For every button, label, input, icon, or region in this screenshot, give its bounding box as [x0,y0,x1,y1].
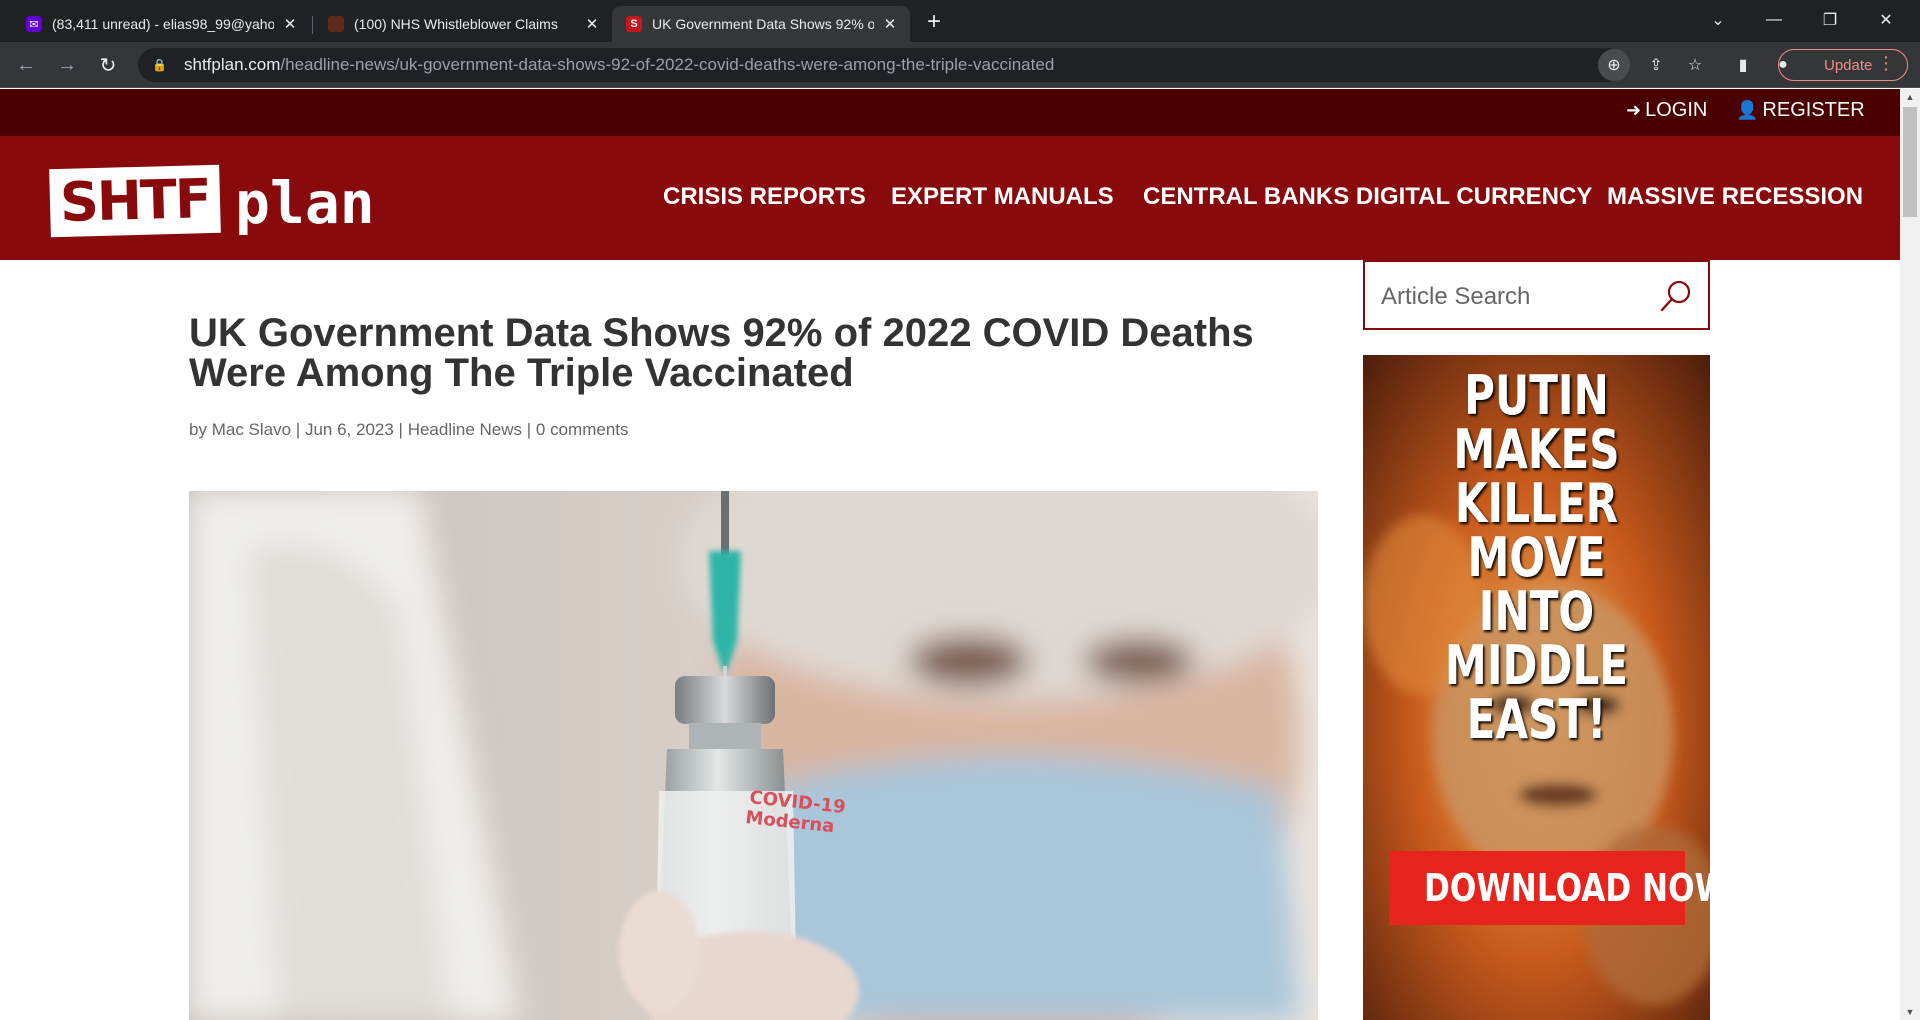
close-icon[interactable]: ✕ [880,15,900,33]
ad-headline-line: INTO [1478,580,1595,643]
browser-toolbar: ← → ↻ 🔒 shtfplan.com/headline-news/uk-go… [0,42,1920,88]
nav-expert-manuals[interactable]: EXPERT MANUALS [891,183,1114,211]
ad-download-button[interactable]: DOWNLOAD NOW! [1389,851,1710,925]
nav-massive-recession[interactable]: MASSIVE RECESSION [1607,183,1863,211]
logo-plan: plan [235,169,375,237]
mail-favicon-icon: ✉ [26,16,42,32]
ad-headline-line: PUTIN MAKES [1453,364,1620,481]
publish-date: Jun 6, 2023 [304,420,394,439]
article-search-box [1363,260,1710,330]
new-tab-button[interactable]: + [920,8,948,36]
scroll-thumb[interactable] [1903,107,1917,217]
site-logo[interactable]: SHTF plan [49,163,390,239]
close-icon[interactable]: ✕ [582,15,602,33]
lock-icon: 🔒 [152,58,167,72]
article-hero-image: COVID-19 Moderna [189,491,1318,1020]
login-icon: ➜ [1626,100,1642,120]
tab-title: (83,411 unread) - elias98_99@yahoo.com [52,16,274,32]
reload-icon[interactable]: ↻ [94,51,122,79]
tab-strip: ✉ (83,411 unread) - elias98_99@yahoo.com… [0,0,1920,42]
meta-by: by [189,420,207,439]
account-strip: ➜ LOGIN 👤 REGISTER [0,89,1900,136]
web-page: ➜ LOGIN 👤 REGISTER SHTF plan CRISIS REPO… [0,89,1900,1020]
menu-dots-icon[interactable]: ⋮ [1877,53,1895,74]
article-title: UK Government Data Shows 92% of 2022 COV… [189,311,1254,395]
tab-divider [312,16,313,34]
restore-icon[interactable]: ❐ [1802,0,1858,40]
tab-nhs[interactable]: (100) NHS Whistleblower Claims ✕ [314,6,612,42]
side-panel-icon[interactable]: ▮ [1727,49,1759,81]
search-icon[interactable] [1658,278,1694,314]
scroll-up-icon[interactable]: ▲ [1900,89,1920,105]
logo-shtf: SHTF [49,164,221,238]
close-icon[interactable]: ✕ [280,15,300,33]
update-label: Update [1824,56,1873,74]
nav-cbdc[interactable]: CENTRAL BANKS DIGITAL CURRENCY [1143,183,1592,211]
add-user-icon: 👤 [1736,100,1759,120]
site-header: SHTF plan CRISIS REPORTS EXPERT MANUALS … [0,136,1900,260]
minimize-icon[interactable]: — [1746,0,1802,40]
back-icon[interactable]: ← [12,51,40,79]
register-link[interactable]: 👤 REGISTER [1736,99,1865,122]
tab-title: UK Government Data Shows 92% of 2022 COV… [652,16,874,32]
login-link[interactable]: ➜ LOGIN [1626,99,1707,122]
tab-search-icon[interactable]: ⌄ [1690,0,1746,40]
author-link[interactable]: Mac Slavo [212,420,291,439]
ad-headline-line: KILLER MOVE [1454,472,1619,589]
ad-button-label: DOWNLOAD NOW! [1424,866,1710,910]
video-favicon-icon [328,16,344,32]
window-close-icon[interactable]: ✕ [1858,0,1914,40]
ad-headline-line: MIDDLE EAST! [1444,634,1629,751]
tab-mail[interactable]: ✉ (83,411 unread) - elias98_99@yahoo.com… [12,6,310,42]
url-text: shtfplan.com/headline-news/uk-government… [184,55,1055,74]
vaccine-vial-photo: COVID-19 Moderna [189,491,1318,1020]
shtfplan-favicon-icon: S [626,16,642,32]
zoom-icon[interactable]: ⊕ [1598,49,1630,81]
scrollbar[interactable] [1900,89,1920,1020]
tab-title: (100) NHS Whistleblower Claims [354,16,558,32]
ad-headline: PUTIN MAKES KILLER MOVE INTO MIDDLE EAST… [1401,369,1672,747]
register-label: REGISTER [1762,99,1865,121]
bookmark-star-icon[interactable]: ☆ [1679,49,1711,81]
sidebar-ad[interactable]: PUTIN MAKES KILLER MOVE INTO MIDDLE EAST… [1363,355,1710,1020]
forward-icon[interactable]: → [53,51,81,79]
article-meta: by Mac Slavo | Jun 6, 2023 | Headline Ne… [189,420,629,439]
login-label: LOGIN [1645,99,1708,121]
comments-link[interactable]: 0 comments [536,420,629,439]
category-link[interactable]: Headline News [408,420,522,439]
nav-crisis-reports[interactable]: CRISIS REPORTS [663,183,866,211]
share-icon[interactable]: ⇪ [1640,49,1672,81]
tab-shtfplan[interactable]: S UK Government Data Shows 92% of 2022 C… [612,6,910,42]
search-input[interactable] [1381,282,1651,312]
scroll-down-icon[interactable]: ▼ [1900,1004,1920,1020]
update-button[interactable]: Update ⋮ [1778,49,1908,81]
address-bar[interactable]: 🔒 shtfplan.com/headline-news/uk-governme… [138,48,1625,82]
